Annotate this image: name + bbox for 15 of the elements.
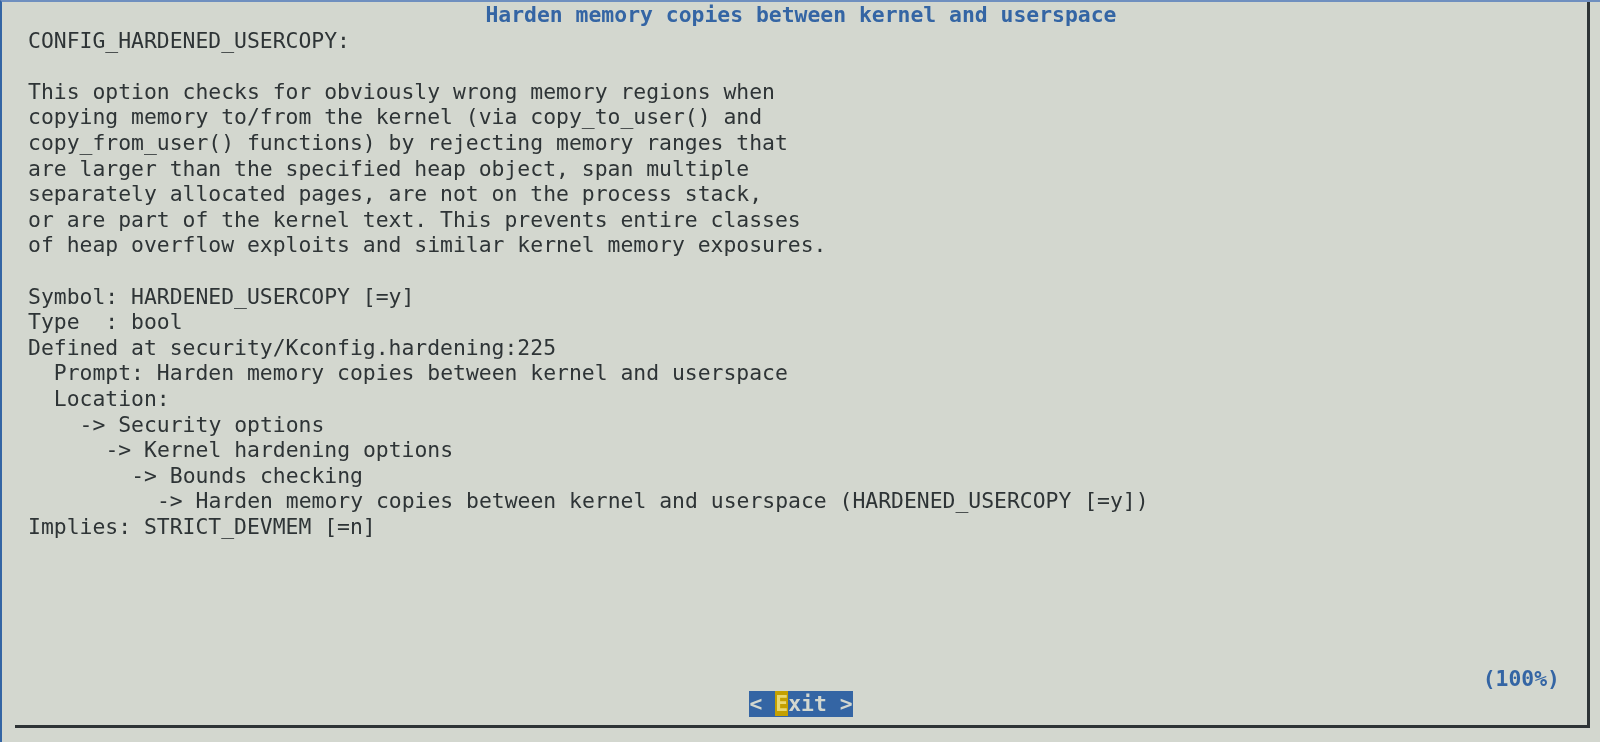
detail-line: Symbol: HARDENED_USERCOPY [=y]	[28, 283, 416, 310]
detail-line: Implies: STRICT_DEVMEM [=n]	[28, 513, 377, 540]
config-name: CONFIG_HARDENED_USERCOPY:	[28, 27, 351, 54]
detail-line: Type : bool	[28, 309, 184, 335]
detail-line: -> Kernel hardening options	[105, 437, 455, 463]
dialog-title: Harden memory copies between kernel and userspace	[485, 2, 1117, 28]
detail-line: Defined at security/Kconfig.hardening:225	[28, 334, 557, 361]
exit-button[interactable]: < Exit >	[749, 691, 853, 717]
detail-line: -> Harden memory copies between kernel and userspace (HARDENED_USERCOPY [=y])	[157, 488, 1150, 514]
scroll-percentage: (100%)	[1482, 665, 1560, 692]
help-description: This option checks for obviously wrong memory regions when copying memory to/from the kernel (via copy_to_user() and copy_from_user() functions) by rejecting memory ranges that are larger than the specified heap object, span multiple separately allocated pages, are not on the process stack, or are part of the kernel text. This prevents entire classes of heap overflow exploits and similar kernel memory exposures.	[28, 78, 828, 258]
detail-line: Location:	[53, 385, 171, 412]
detail-line: -> Bounds checking	[131, 462, 364, 489]
detail-line: Prompt: Harden memory copies between kernel and userspace	[53, 360, 789, 386]
detail-line: -> Security options	[79, 411, 326, 438]
